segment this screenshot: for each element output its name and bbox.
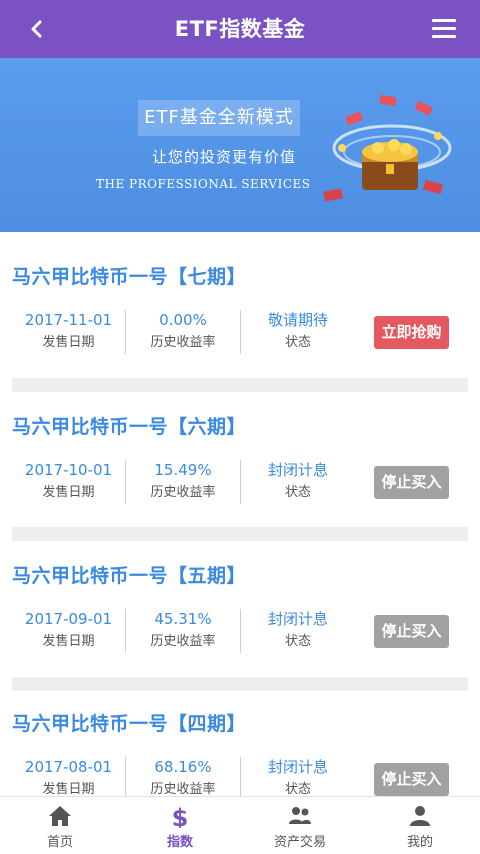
tab-mine[interactable]: 我的 — [360, 797, 480, 854]
historical-yield: 15.49% 历史收益率 — [126, 458, 240, 506]
users-icon — [289, 807, 311, 824]
fund-card[interactable]: 马六甲比特币一号【六期】 2017-10-01 发售日期 15.49% 历史收益… — [0, 382, 480, 532]
fund-status: 封闭计息 状态 — [241, 458, 355, 506]
release-date: 2017-09-01 发售日期 — [12, 607, 125, 655]
tab-label: 指数 — [166, 835, 193, 850]
tab-label: 首页 — [46, 835, 73, 850]
tab-label: 资产交易 — [273, 835, 326, 850]
historical-yield-value: 45.31% — [154, 610, 212, 628]
page-title: ETF指数基金 — [174, 17, 306, 41]
stop-buy-button[interactable]: 停止买入 — [374, 615, 449, 648]
fund-name[interactable]: 马六甲比特币一号【六期】 — [12, 412, 246, 439]
fund-status-label: 状态 — [284, 335, 311, 350]
tab-label: 我的 — [406, 835, 433, 850]
historical-yield: 0.00% 历史收益率 — [126, 308, 240, 356]
release-date-value: 2017-11-01 — [24, 311, 113, 329]
historical-yield-label: 历史收益率 — [150, 485, 216, 500]
fund-status: 敬请期待 状态 — [241, 308, 355, 356]
fund-status-label: 状态 — [284, 634, 311, 649]
historical-yield: 45.31% 历史收益率 — [126, 607, 240, 655]
treasure-chest-coins-illustration — [323, 94, 452, 202]
fund-status: 封闭计息 状态 — [241, 607, 355, 655]
release-date: 2017-11-01 发售日期 — [12, 308, 125, 356]
home-icon — [49, 806, 71, 826]
historical-yield-label: 历史收益率 — [150, 335, 216, 350]
hamburger-menu-icon — [432, 19, 456, 22]
stop-buy-button[interactable]: 停止买入 — [374, 466, 449, 499]
tab-home[interactable]: 首页 — [0, 797, 120, 854]
historical-yield-value: 0.00% — [159, 311, 207, 329]
fund-name[interactable]: 马六甲比特币一号【七期】 — [12, 262, 246, 289]
fund-card[interactable]: 马六甲比特币一号【七期】 2017-11-01 发售日期 0.00% 历史收益率… — [0, 232, 480, 382]
user-icon — [410, 806, 430, 826]
fund-status-label: 状态 — [284, 485, 311, 500]
tab-asset-trading[interactable]: 资产交易 — [240, 797, 360, 854]
banner-subtitle: 让您的投资更有价值 — [152, 148, 297, 166]
buy-now-button[interactable]: 立即抢购 — [374, 316, 449, 349]
banner-tag: ETF基金全新模式 — [138, 100, 300, 136]
release-date-value: 2017-08-01 — [24, 758, 113, 776]
fund-name[interactable]: 马六甲比特币一号【五期】 — [12, 561, 246, 588]
banner-english-text: THE PROFESSIONAL SERVICES — [96, 177, 311, 191]
fund-status-value: 封闭计息 — [267, 461, 328, 479]
release-date-label: 发售日期 — [42, 634, 95, 649]
fund-card[interactable]: 马六甲比特币一号【五期】 2017-09-01 发售日期 45.31% 历史收益… — [0, 531, 480, 681]
fund-status-value: 封闭计息 — [267, 758, 328, 776]
release-date-value: 2017-10-01 — [24, 461, 113, 479]
historical-yield-label: 历史收益率 — [150, 634, 216, 649]
release-date-value: 2017-09-01 — [24, 610, 113, 628]
fund-status-value: 封闭计息 — [267, 610, 328, 628]
fund-name[interactable]: 马六甲比特币一号【四期】 — [12, 709, 246, 736]
historical-yield-value: 68.16% — [154, 758, 212, 776]
release-date-label: 发售日期 — [42, 485, 95, 500]
stop-buy-button[interactable]: 停止买入 — [374, 763, 449, 796]
release-date-label: 发售日期 — [42, 335, 95, 350]
bottom-tab-bar: 首页 $ 指数 资产交易 我的 — [0, 796, 480, 853]
dollar-icon: $ — [172, 804, 189, 828]
top-navigation-bar: ETF指数基金 — [0, 0, 480, 58]
svg-text:$: $ — [172, 804, 189, 828]
tab-index[interactable]: $ 指数 — [120, 797, 240, 854]
historical-yield-value: 15.49% — [154, 461, 212, 479]
promo-banner[interactable]: ETF基金全新模式 让您的投资更有价值 THE PROFESSIONAL SER… — [0, 58, 480, 232]
fund-status-value: 敬请期待 — [267, 311, 328, 329]
menu-button[interactable] — [432, 19, 456, 39]
release-date: 2017-10-01 发售日期 — [12, 458, 125, 506]
